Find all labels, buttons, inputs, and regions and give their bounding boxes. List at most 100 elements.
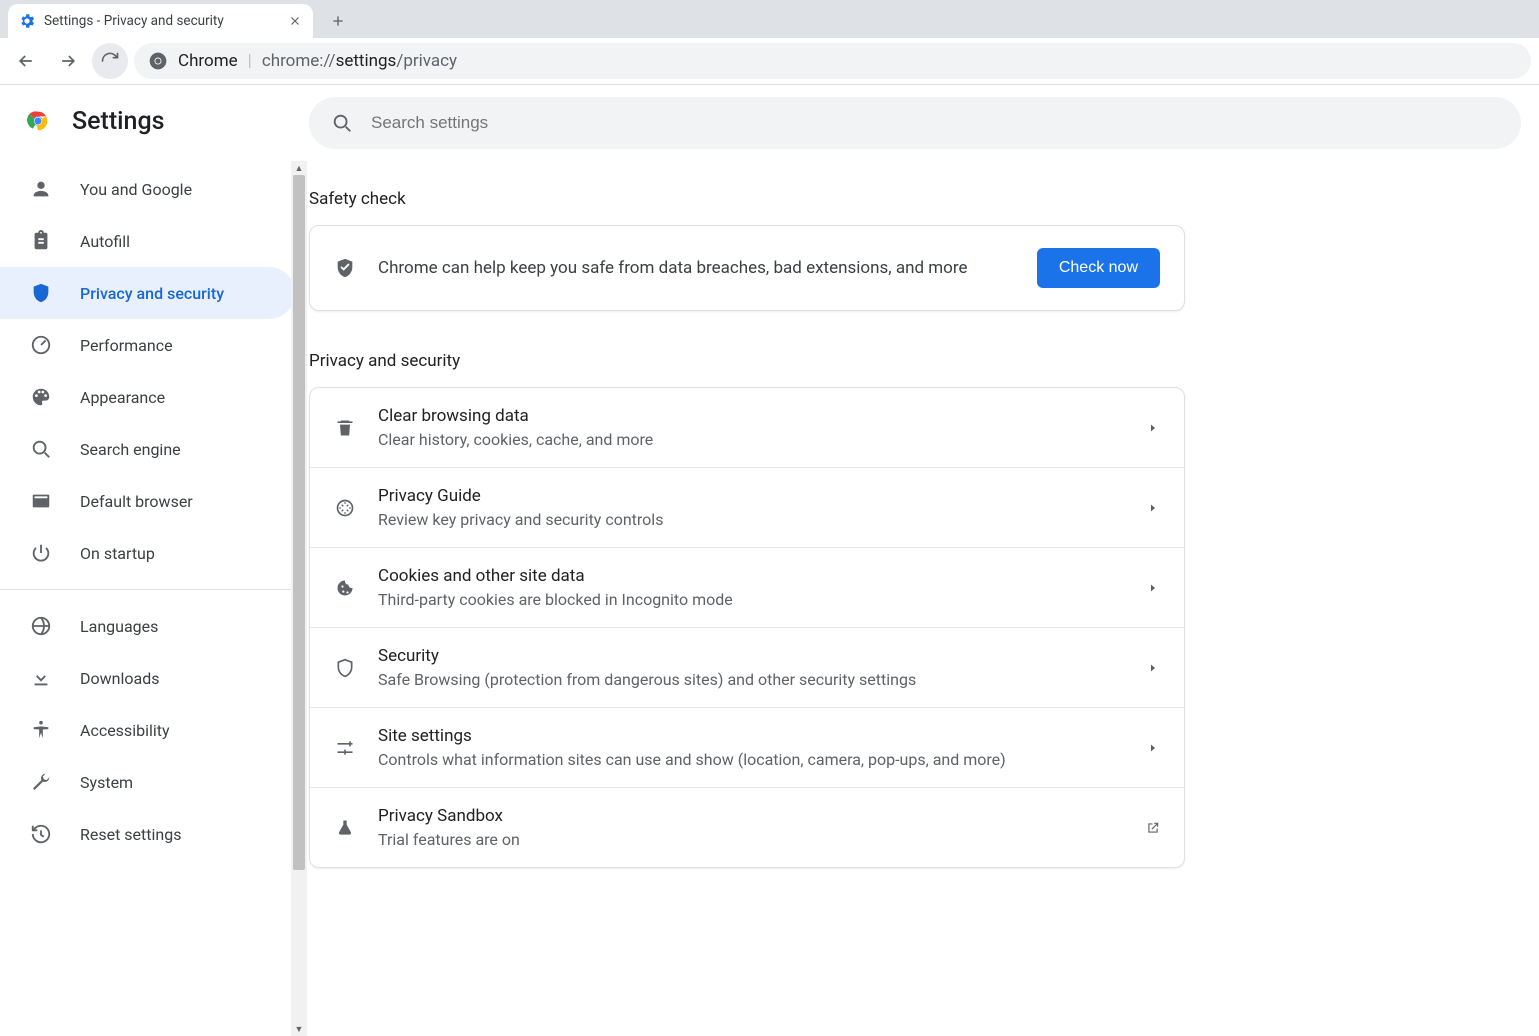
row-subtitle: Review key privacy and security controls bbox=[378, 510, 1124, 529]
row-subtitle: Clear history, cookies, cache, and more bbox=[378, 430, 1124, 449]
sidebar-item-autofill[interactable]: Autofill bbox=[0, 215, 295, 267]
scrollbar-track[interactable] bbox=[291, 175, 307, 1022]
sidebar-item-reset-settings[interactable]: Reset settings bbox=[0, 808, 295, 860]
row-clear-browsing-data[interactable]: Clear browsing data Clear history, cooki… bbox=[310, 388, 1184, 467]
shield-icon bbox=[334, 657, 356, 679]
sidebar-divider bbox=[0, 589, 307, 590]
chevron-right-icon bbox=[1146, 501, 1160, 515]
chrome-logo-icon bbox=[148, 51, 168, 71]
trash-icon bbox=[334, 417, 356, 439]
row-title: Site settings bbox=[378, 726, 1124, 746]
sidebar-item-you-and-google[interactable]: You and Google bbox=[0, 163, 295, 215]
sidebar-item-system[interactable]: System bbox=[0, 756, 295, 808]
row-privacy-sandbox[interactable]: Privacy Sandbox Trial features are on bbox=[310, 787, 1184, 867]
omnibox-protocol-label: Chrome bbox=[178, 51, 238, 71]
sidebar-item-appearance[interactable]: Appearance bbox=[0, 371, 295, 423]
sidebar-item-label: Downloads bbox=[80, 669, 159, 688]
sidebar-item-search-engine[interactable]: Search engine bbox=[0, 423, 295, 475]
row-title: Cookies and other site data bbox=[378, 566, 1124, 586]
privacy-settings-card: Clear browsing data Clear history, cooki… bbox=[309, 387, 1185, 868]
shield-icon bbox=[30, 282, 52, 304]
search-settings-input[interactable] bbox=[371, 113, 1499, 133]
sidebar-item-label: On startup bbox=[80, 544, 155, 563]
row-cookies[interactable]: Cookies and other site data Third-party … bbox=[310, 547, 1184, 627]
sidebar-item-label: You and Google bbox=[80, 180, 192, 199]
tab-title: Settings - Privacy and security bbox=[44, 13, 279, 29]
section-title-privacy: Privacy and security bbox=[309, 351, 1185, 371]
scrollbar-thumb[interactable] bbox=[293, 175, 305, 870]
search-settings-bar[interactable] bbox=[309, 97, 1521, 149]
main-content: Safety check Chrome can help keep you sa… bbox=[307, 85, 1539, 1036]
sidebar-item-accessibility[interactable]: Accessibility bbox=[0, 704, 295, 756]
new-tab-button[interactable] bbox=[323, 6, 353, 36]
download-icon bbox=[30, 667, 52, 689]
row-title: Privacy Sandbox bbox=[378, 806, 1124, 826]
shield-check-icon bbox=[334, 257, 356, 279]
person-icon bbox=[30, 178, 52, 200]
row-title: Privacy Guide bbox=[378, 486, 1124, 506]
back-button[interactable] bbox=[8, 43, 44, 79]
sidebar-item-label: System bbox=[80, 773, 133, 792]
chevron-right-icon bbox=[1146, 581, 1160, 595]
row-subtitle: Controls what information sites can use … bbox=[378, 750, 1124, 769]
safety-check-text: Chrome can help keep you safe from data … bbox=[378, 258, 1015, 278]
sidebar-item-label: Default browser bbox=[80, 492, 193, 511]
row-privacy-guide[interactable]: Privacy Guide Review key privacy and sec… bbox=[310, 467, 1184, 547]
scroll-up-icon[interactable]: ▲ bbox=[291, 161, 307, 175]
accessibility-icon bbox=[30, 719, 52, 741]
tab-strip: Settings - Privacy and security bbox=[0, 0, 1539, 38]
sidebar-item-default-browser[interactable]: Default browser bbox=[0, 475, 295, 527]
browser-icon bbox=[30, 490, 52, 512]
address-bar[interactable]: Chrome | chrome://settings/privacy bbox=[134, 43, 1531, 79]
sidebar-item-label: Accessibility bbox=[80, 721, 170, 740]
external-link-icon bbox=[1146, 821, 1160, 835]
omnibox-url: chrome://settings/privacy bbox=[262, 51, 457, 71]
sidebar-item-label: Appearance bbox=[80, 388, 165, 407]
check-now-button[interactable]: Check now bbox=[1037, 248, 1160, 288]
close-tab-icon[interactable] bbox=[287, 13, 303, 29]
reload-button[interactable] bbox=[92, 43, 128, 79]
chevron-right-icon bbox=[1146, 741, 1160, 755]
sidebar-item-languages[interactable]: Languages bbox=[0, 600, 295, 652]
sidebar-list: You and Google Autofill Privacy and secu… bbox=[0, 157, 307, 1036]
row-site-settings[interactable]: Site settings Controls what information … bbox=[310, 707, 1184, 787]
chevron-right-icon bbox=[1146, 421, 1160, 435]
section-title-safety-check: Safety check bbox=[309, 189, 1185, 209]
chevron-right-icon bbox=[1146, 661, 1160, 675]
palette-icon bbox=[30, 386, 52, 408]
sidebar-item-label: Performance bbox=[80, 336, 173, 355]
row-subtitle: Third-party cookies are blocked in Incog… bbox=[378, 590, 1124, 609]
gear-icon bbox=[18, 12, 36, 30]
flask-icon bbox=[334, 817, 356, 839]
sidebar-item-downloads[interactable]: Downloads bbox=[0, 652, 295, 704]
sidebar-item-label: Autofill bbox=[80, 232, 130, 251]
omnibox-divider: | bbox=[248, 51, 252, 71]
row-subtitle: Trial features are on bbox=[378, 830, 1124, 849]
sidebar-item-on-startup[interactable]: On startup bbox=[0, 527, 295, 579]
search-icon bbox=[30, 438, 52, 460]
row-security[interactable]: Security Safe Browsing (protection from … bbox=[310, 627, 1184, 707]
sidebar-item-privacy-and-security[interactable]: Privacy and security bbox=[0, 267, 295, 319]
wrench-icon bbox=[30, 771, 52, 793]
history-icon bbox=[30, 823, 52, 845]
row-title: Clear browsing data bbox=[378, 406, 1124, 426]
globe-icon bbox=[30, 615, 52, 637]
sidebar-item-label: Search engine bbox=[80, 440, 181, 459]
sidebar-header: Settings bbox=[0, 85, 307, 157]
sidebar-scrollbar[interactable]: ▲ ▼ bbox=[291, 161, 307, 1036]
browser-toolbar: Chrome | chrome://settings/privacy bbox=[0, 38, 1539, 85]
settings-sidebar: Settings You and Google Autofill Privacy… bbox=[0, 85, 307, 1036]
sidebar-item-label: Reset settings bbox=[80, 825, 181, 844]
gauge-icon bbox=[30, 334, 52, 356]
forward-button[interactable] bbox=[50, 43, 86, 79]
chrome-logo-icon bbox=[24, 107, 52, 135]
scroll-down-icon[interactable]: ▼ bbox=[291, 1022, 307, 1036]
browser-tab[interactable]: Settings - Privacy and security bbox=[8, 4, 313, 38]
safety-check-card: Chrome can help keep you safe from data … bbox=[309, 225, 1185, 311]
clipboard-icon bbox=[30, 230, 52, 252]
row-title: Security bbox=[378, 646, 1124, 666]
tune-icon bbox=[334, 737, 356, 759]
sidebar-item-performance[interactable]: Performance bbox=[0, 319, 295, 371]
sidebar-title: Settings bbox=[72, 107, 165, 136]
row-subtitle: Safe Browsing (protection from dangerous… bbox=[378, 670, 1124, 689]
